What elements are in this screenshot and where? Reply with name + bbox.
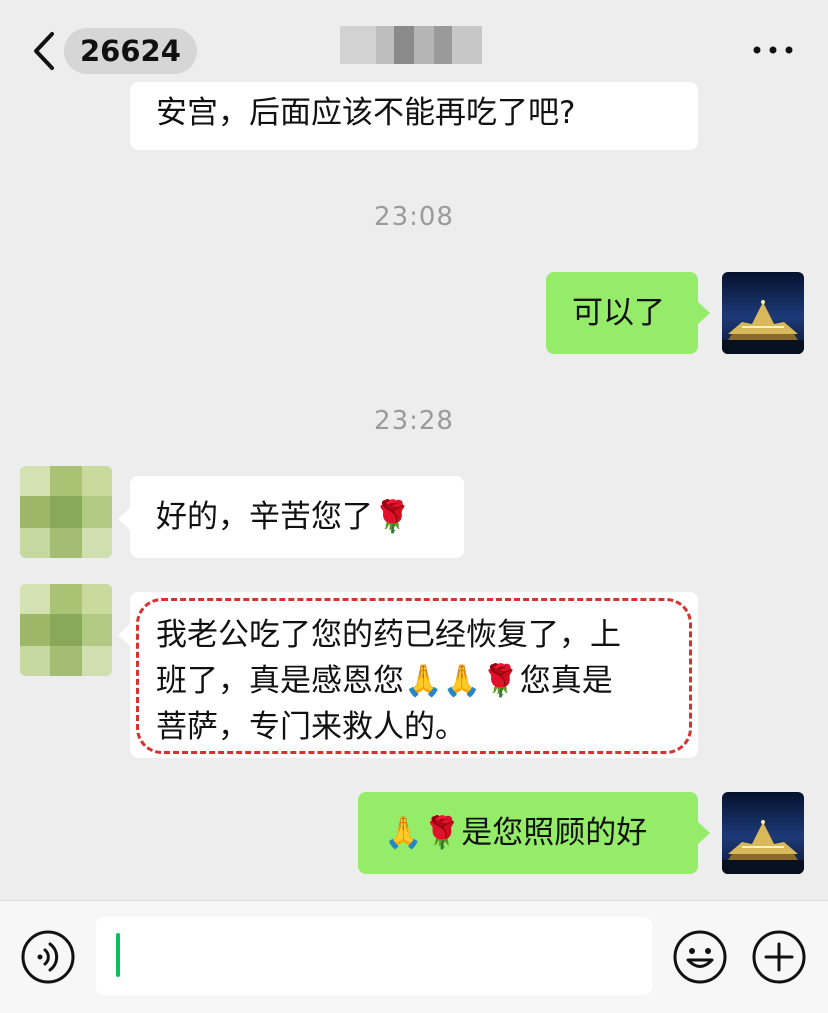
contact-avatar-redacted[interactable] [20,466,112,558]
voice-icon [21,930,75,984]
message-bubble-outgoing[interactable]: 可以了 [546,272,710,354]
message-bubble-incoming[interactable]: 好的，辛苦您了🌹 [118,476,464,558]
self-avatar[interactable] [722,272,804,354]
emoji-button[interactable] [672,929,728,985]
message-text: 好的，辛苦您了🌹 [156,499,412,535]
self-avatar[interactable] [722,792,804,874]
contact-avatar-redacted[interactable] [20,584,112,676]
message-text: 可以了 [572,295,665,331]
temple-night-image [722,272,804,354]
smiley-icon [673,930,727,984]
message-bubble-outgoing[interactable]: 🙏🌹是您照顾的好 [358,792,710,874]
temple-night-image [722,792,804,874]
message-text: 🙏🌹是您照顾的好 [384,815,648,851]
chat-screen: 26624 安宫，后面应该不能再吃了吧? 23:08 可以了 23:28 好的，… [0,0,828,1013]
voice-input-button[interactable] [20,929,76,985]
message-text-input[interactable] [96,917,652,995]
header-spacer [0,0,828,94]
message-input-bar [0,900,828,1013]
message-timestamp: 23:28 [374,406,454,436]
text-caret [116,933,120,977]
message-timestamp: 23:08 [374,202,454,232]
plus-circle-icon [752,930,806,984]
highlight-annotation-box [136,598,692,754]
message-text: 安宫，后面应该不能再吃了吧? [156,95,576,131]
more-functions-button[interactable] [751,929,807,985]
